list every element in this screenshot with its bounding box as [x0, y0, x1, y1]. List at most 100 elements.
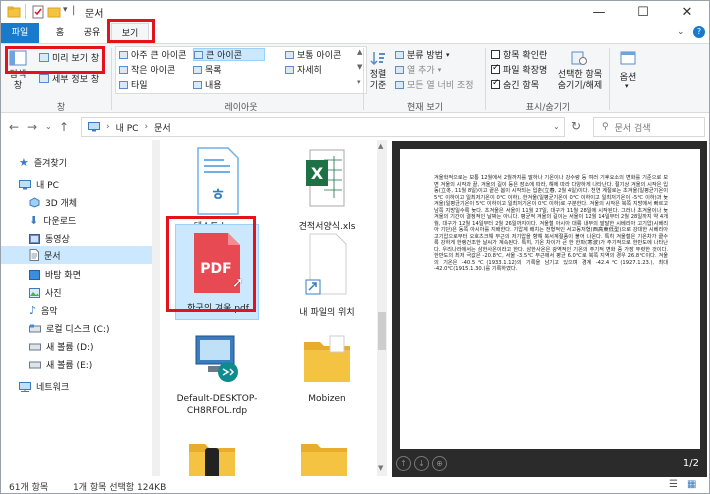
address-dropdown-icon[interactable]: ⌄ [553, 122, 560, 131]
file-item-partial[interactable] [187, 440, 237, 476]
nav-item-drive-e[interactable]: 새 볼륨 (E:) [29, 358, 92, 371]
file-item-partial[interactable] [299, 440, 349, 476]
add-column-button[interactable]: 열 추가 ▾ [395, 63, 441, 76]
hide-selected-button[interactable]: 선택한 항목 숨기기/해제 [553, 48, 607, 96]
preview-pane-button[interactable]: 미리 보기 창 [39, 51, 99, 64]
nav-item-3d-objects[interactable]: 3D 개체 [29, 196, 77, 209]
item-checkbox-toggle[interactable]: 항목 확인란 [491, 48, 547, 61]
minimize-button[interactable]: — [577, 1, 621, 23]
breadcrumb-documents[interactable]: 문서 [154, 121, 171, 134]
file-item[interactable]: Default-DESKTOP-CH8RFOL.rdp [167, 324, 267, 417]
explorer-window: ▾ | 문서 — ☐ ✕ 파일 홈 공유 보기 ⌄ ? 탐색 창 미리 보기 창 [0, 0, 710, 494]
layout-tiles[interactable]: 타일 [119, 78, 148, 91]
shortcut-icon [305, 233, 347, 295]
tab-home[interactable]: 홈 [47, 23, 73, 43]
nav-item-downloads[interactable]: ⬇ 다운로드 [29, 214, 76, 227]
sort-by-button[interactable]: 정렬 기준 [367, 48, 389, 96]
status-bar: 61개 항목 1개 항목 선택함 124KB ☰ ▦ [1, 477, 709, 493]
tab-view[interactable]: 보기 [111, 23, 149, 43]
forward-icon[interactable]: → [27, 120, 37, 134]
nav-item-pictures[interactable]: 사진 [29, 286, 62, 299]
fit-columns-button[interactable]: 모든 열 너비 조정 [395, 78, 474, 91]
nav-item-drive-c[interactable]: 로컬 디스크 (C:) [29, 322, 109, 335]
gallery-more-icon[interactable]: ▾ [357, 78, 361, 86]
help-icon[interactable]: ? [693, 26, 705, 38]
scroll-up-icon[interactable]: ▲ [378, 142, 383, 150]
back-icon[interactable]: ← [9, 120, 19, 134]
file-name: 한국의 겨울.pdf [187, 304, 249, 314]
page-indicator: 1/2 [682, 458, 699, 469]
nav-label: 문서 [44, 251, 61, 262]
app-icon [7, 6, 21, 18]
nav-item-videos[interactable]: 동영상 [29, 232, 70, 245]
details-pane-button[interactable]: 세부 정보 창 [39, 72, 99, 85]
next-page-icon[interactable]: ↓ [414, 456, 429, 471]
scroll-thumb[interactable] [378, 312, 386, 350]
customize-quick-access-icon[interactable]: ▾ [63, 5, 68, 15]
layout-medium-icons[interactable]: 보통 아이콘 [285, 48, 341, 61]
details-icon [285, 65, 294, 74]
layout-small-icons[interactable]: 작은 아이콘 [119, 63, 175, 76]
address-bar[interactable]: › 내 PC › 문서 [81, 117, 565, 137]
hide-selected-label: 선택한 항목 숨기기/해제 [557, 70, 603, 91]
close-button[interactable]: ✕ [665, 1, 709, 23]
options-icon [620, 51, 636, 65]
checkbox[interactable] [491, 78, 500, 89]
options-button[interactable]: 옵션 ▾ [615, 48, 641, 96]
layout-large-icons[interactable]: 큰 아이콘 [193, 48, 265, 61]
prev-page-icon[interactable]: ↑ [396, 456, 411, 471]
ribbon-expand-icon[interactable]: ⌄ [677, 27, 685, 37]
hidden-items-toggle[interactable]: 숨긴 항목 [491, 78, 539, 91]
medium-icons-icon [285, 50, 294, 59]
new-folder-icon[interactable] [47, 5, 61, 19]
scroll-down-icon[interactable]: ▼ [378, 464, 383, 472]
file-extensions-toggle[interactable]: 파일 확장명 [491, 63, 547, 76]
properties-icon[interactable] [31, 5, 45, 19]
group-label-current-view: 현재 보기 [407, 103, 443, 113]
nav-item-this-pc[interactable]: 내 PC [19, 178, 59, 191]
file-item[interactable]: 내 파일의 위치 [277, 224, 377, 319]
nav-scrollbar[interactable] [152, 140, 160, 476]
nav-item-drive-d[interactable]: 새 볼륨 (D:) [29, 340, 94, 353]
nav-item-music[interactable]: ♪ 음악 [29, 304, 58, 317]
ribbon-separator [363, 48, 364, 110]
large-icons-view-icon[interactable]: ▦ [687, 479, 696, 490]
details-view-icon[interactable]: ☰ [669, 479, 678, 490]
layout-list[interactable]: 목록 [193, 63, 222, 76]
tab-share[interactable]: 공유 [77, 23, 107, 43]
checkbox[interactable] [491, 63, 500, 74]
nav-label: 내 PC [36, 181, 59, 191]
layout-details[interactable]: 자세히 [285, 63, 322, 76]
tab-file[interactable]: 파일 [1, 23, 39, 43]
up-icon[interactable]: ↑ [59, 120, 69, 134]
recent-locations-icon[interactable]: ⌄ [45, 122, 52, 131]
nav-label: 네트워크 [36, 383, 70, 393]
file-item-selected[interactable]: PDF ➚ 한국의 겨울.pdf [167, 220, 267, 320]
maximize-button[interactable]: ☐ [621, 1, 665, 23]
checkbox[interactable] [491, 50, 500, 59]
file-item[interactable]: Mobizen [277, 324, 377, 405]
nav-item-documents[interactable]: 문서 [1, 246, 159, 264]
layout-extra-large-icons[interactable]: 아주 큰 아이콘 [119, 48, 186, 61]
preview-pane-icon [39, 53, 49, 62]
file-list-scrollbar[interactable]: ▲ ▼ [377, 140, 387, 476]
refresh-icon[interactable]: ↻ [571, 119, 581, 133]
navigation-pane: ★ 즐겨찾기 내 PC 3D 개체 ⬇ 다운로드 동영상 문서 바탕 화면 사진… [1, 140, 161, 476]
mouse-cursor-icon: ➚ [232, 275, 244, 291]
group-by-button[interactable]: 분류 방법 ▾ [395, 48, 450, 61]
nav-item-network[interactable]: 네트워크 [19, 380, 69, 393]
nav-label: 사진 [45, 289, 62, 299]
nav-pane-button[interactable]: 탐색 창 [5, 48, 31, 98]
gallery-down-icon[interactable]: ▼ [357, 63, 362, 71]
breadcrumb-pc[interactable]: 내 PC [116, 121, 139, 134]
file-item[interactable]: X 견적서양식.xls [277, 140, 377, 233]
nav-item-favorites[interactable]: ★ 즐겨찾기 [19, 156, 67, 169]
layout-content[interactable]: 내용 [193, 78, 222, 91]
search-box[interactable]: ⚲ 문서 검색 [593, 117, 705, 137]
gallery-up-icon[interactable]: ▲ [357, 48, 362, 56]
nav-item-desktop[interactable]: 바탕 화면 [29, 268, 81, 281]
ribbon: 탐색 창 미리 보기 창 세부 정보 창 창 아주 큰 아이콘 큰 아이콘 보통… [1, 43, 709, 113]
zoom-icon[interactable]: ⊕ [432, 456, 447, 471]
file-list: ㅎ 테스트.hwp X 견적서양식.xls PDF ➚ 한 [167, 140, 389, 476]
network-icon [19, 381, 31, 392]
